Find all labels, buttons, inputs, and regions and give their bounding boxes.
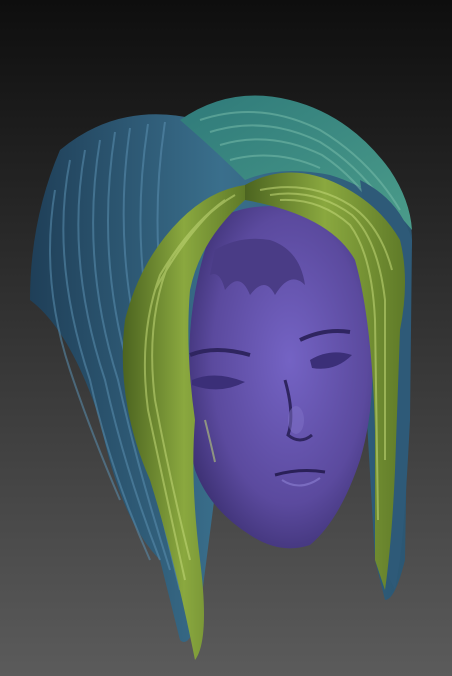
sculpt-render bbox=[0, 0, 452, 676]
nose-highlight bbox=[288, 406, 304, 434]
sculpt-viewport bbox=[0, 0, 452, 676]
